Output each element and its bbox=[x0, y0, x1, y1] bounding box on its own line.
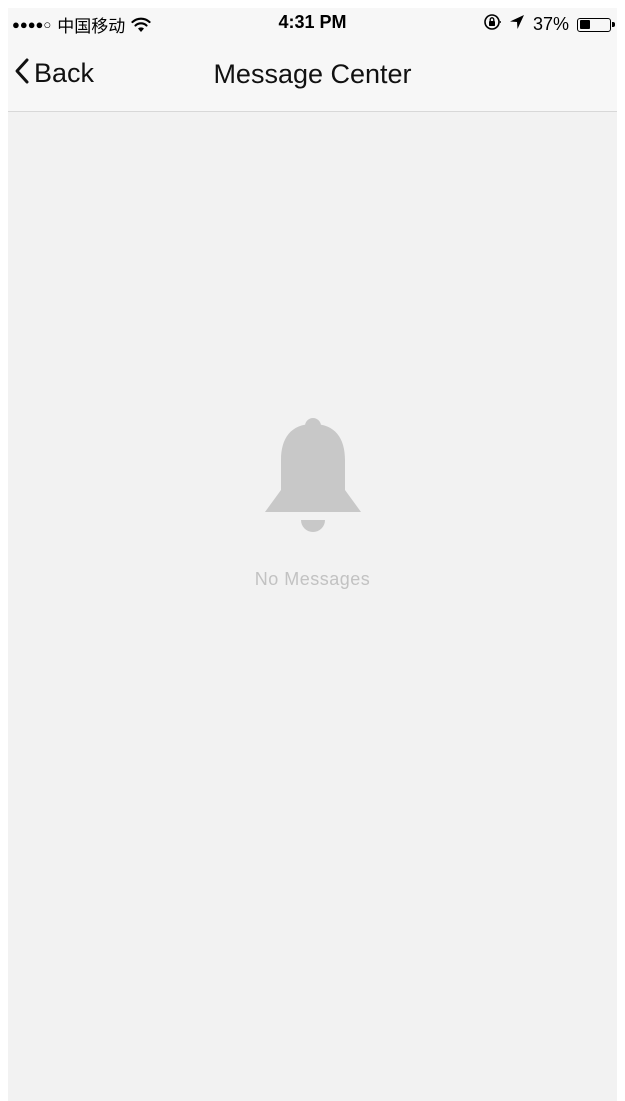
battery-icon bbox=[577, 17, 615, 32]
bell-icon bbox=[261, 418, 365, 539]
status-bar: ●●●●○ 中国移动 4:31 PM 37% bbox=[8, 8, 617, 37]
message-center-screen: ●●●●○ 中国移动 4:31 PM 37% Back Message Cent… bbox=[8, 8, 617, 1101]
battery-level bbox=[579, 20, 590, 29]
empty-message: No Messages bbox=[254, 569, 371, 589]
battery-percent: 37% bbox=[532, 14, 569, 34]
battery-nub bbox=[612, 21, 615, 27]
location-arrow-icon bbox=[509, 14, 525, 35]
status-right: 37% bbox=[483, 13, 615, 36]
orientation-lock-icon bbox=[483, 13, 501, 36]
empty-state: No Messages bbox=[8, 418, 617, 590]
page-title: Message Center bbox=[213, 59, 412, 89]
navigation-bar: Back Message Center bbox=[8, 37, 617, 112]
